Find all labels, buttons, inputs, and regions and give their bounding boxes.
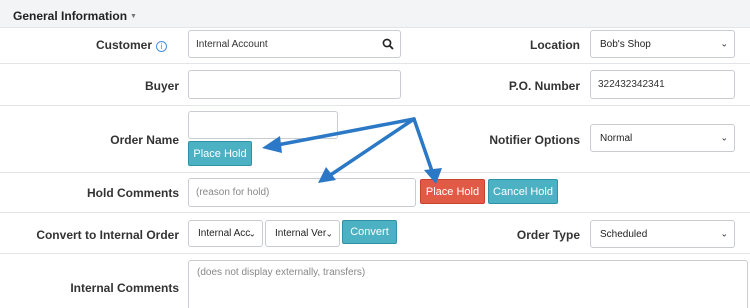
internal-comments-label: Internal Comments xyxy=(70,281,179,295)
hold-comments-label: Hold Comments xyxy=(86,186,179,200)
row-order-name-notifier: Order Name Place Hold Notifier Options N… xyxy=(0,105,750,172)
location-select[interactable]: Bob's Shop ⌄ xyxy=(590,30,735,58)
order-name-label: Order Name xyxy=(110,133,179,147)
buyer-label: Buyer xyxy=(144,79,179,93)
chevron-down-icon: ⌄ xyxy=(325,228,333,238)
cancel-hold-button[interactable]: Cancel Hold xyxy=(488,179,558,204)
location-label: Location xyxy=(530,38,580,52)
order-name-place-hold-button[interactable]: Place Hold xyxy=(188,141,252,166)
convert-vendor-selected: Internal Ver xyxy=(275,228,327,239)
search-icon[interactable] xyxy=(382,38,394,50)
po-number-label: P.O. Number xyxy=(508,79,580,93)
notifier-options-select[interactable]: Normal ⌄ xyxy=(590,124,735,152)
place-hold-button[interactable]: Place Hold xyxy=(420,179,485,204)
customer-label: Customer i xyxy=(0,38,167,52)
chevron-down-icon: ⌄ xyxy=(720,228,728,239)
convert-vendor-select[interactable]: Internal Ver ⌄ xyxy=(265,220,340,247)
row-buyer-po: Buyer P.O. Number 322432342341 xyxy=(0,63,750,105)
info-icon[interactable]: i xyxy=(156,41,167,52)
po-number-value: 322432342341 xyxy=(598,79,665,90)
chevron-down-icon: ⌄ xyxy=(720,132,728,143)
convert-label: Convert to Internal Order xyxy=(36,228,179,242)
chevron-down-icon: ⌄ xyxy=(248,228,256,238)
row-convert-order-type: Convert to Internal Order Internal Acc ⌄… xyxy=(0,212,750,253)
notifier-options-label: Notifier Options xyxy=(489,133,580,147)
section-title-text: General Information xyxy=(13,9,128,23)
order-type-label: Order Type xyxy=(516,228,580,242)
order-name-input[interactable] xyxy=(188,111,338,139)
chevron-down-icon: ⌄ xyxy=(720,38,728,49)
order-type-select[interactable]: Scheduled ⌄ xyxy=(590,220,735,248)
internal-comments-placeholder: (does not display externally, transfers) xyxy=(197,267,366,278)
hold-comments-input[interactable]: (reason for hold) xyxy=(188,178,416,207)
internal-comments-textarea[interactable]: (does not display externally, transfers) xyxy=(188,260,748,308)
order-type-selected: Scheduled xyxy=(600,228,648,240)
buyer-input[interactable] xyxy=(188,70,401,99)
row-hold-comments: Hold Comments (reason for hold) Place Ho… xyxy=(0,172,750,212)
po-number-input[interactable]: 322432342341 xyxy=(590,70,735,99)
convert-button[interactable]: Convert xyxy=(342,220,397,244)
convert-account-select[interactable]: Internal Acc ⌄ xyxy=(188,220,263,247)
caret-down-icon: ▼ xyxy=(130,13,137,20)
row-internal-comments: Internal Comments (does not display exte… xyxy=(0,253,750,308)
customer-input[interactable]: Internal Account xyxy=(188,30,401,58)
location-selected: Bob's Shop xyxy=(600,38,651,50)
customer-value: Internal Account xyxy=(196,38,268,50)
section-title[interactable]: General Information ▼ xyxy=(13,9,137,23)
notifier-selected: Normal xyxy=(600,132,633,144)
row-customer-location: Customer i Internal Account Location Bob'… xyxy=(0,27,750,63)
convert-account-selected: Internal Acc xyxy=(198,228,251,239)
hold-comments-placeholder: (reason for hold) xyxy=(196,187,270,198)
